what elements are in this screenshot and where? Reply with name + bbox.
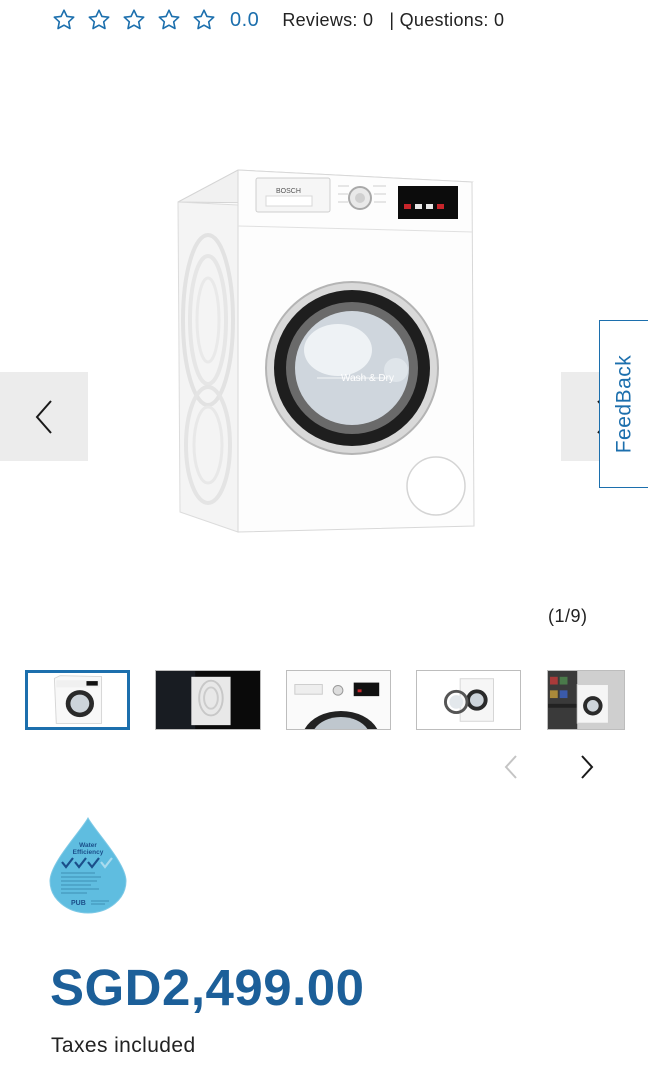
chevron-left-icon	[35, 399, 52, 434]
feedback-label: FeedBack	[612, 354, 635, 454]
star-icon[interactable]	[122, 8, 146, 32]
thumbnail-image	[417, 671, 520, 729]
thumbnail-image	[287, 671, 390, 729]
thumbnail-next-button[interactable]	[573, 752, 601, 782]
previous-image-button[interactable]	[0, 372, 88, 461]
product-price: SGD2,499.00	[50, 959, 365, 1016]
svg-text:Water: Water	[79, 842, 97, 849]
star-icon[interactable]	[87, 8, 111, 32]
thumbnail-image	[156, 671, 260, 729]
image-counter: (1/9)	[548, 606, 588, 626]
thumbnail-laundry-room[interactable]	[547, 670, 625, 730]
star-rating[interactable]	[52, 8, 216, 32]
rating-value: 0.0	[230, 8, 260, 31]
svg-text:Efficiency: Efficiency	[73, 849, 104, 856]
chevron-right-icon	[581, 755, 594, 779]
taxes-note: Taxes included	[51, 1034, 196, 1057]
thumbnail-front-view[interactable]	[25, 670, 130, 730]
star-icon[interactable]	[192, 8, 216, 32]
thumbnail-control-panel[interactable]	[286, 670, 391, 730]
thumbnail-image	[548, 671, 624, 729]
svg-text:PUB: PUB	[71, 900, 86, 907]
thumbnail-strip	[25, 670, 625, 730]
product-page: 0.0 Reviews: 0 | Questions: 0 BOSCH Wash…	[0, 0, 648, 1080]
thumbnail-prev-button[interactable]	[497, 752, 525, 782]
door-label: Wash & Dry	[341, 373, 394, 384]
chevron-left-icon	[504, 755, 517, 779]
thumbnail-open-door[interactable]	[416, 670, 521, 730]
rating-row: 0.0 Reviews: 0 | Questions: 0	[52, 6, 504, 34]
star-icon[interactable]	[52, 8, 76, 32]
thumbnail-image	[28, 673, 127, 727]
feedback-tab[interactable]: FeedBack	[599, 320, 648, 488]
questions-count-link[interactable]: | Questions: 0	[389, 10, 504, 31]
main-product-image[interactable]: BOSCH Wash & Dry	[172, 160, 482, 540]
brand-label: BOSCH	[276, 188, 301, 195]
thumbnail-side-panel-dark[interactable]	[155, 670, 261, 730]
water-efficiency-badge: Water Efficiency PUB	[49, 816, 127, 914]
star-icon[interactable]	[157, 8, 181, 32]
reviews-count-link[interactable]: Reviews: 0	[282, 10, 373, 31]
